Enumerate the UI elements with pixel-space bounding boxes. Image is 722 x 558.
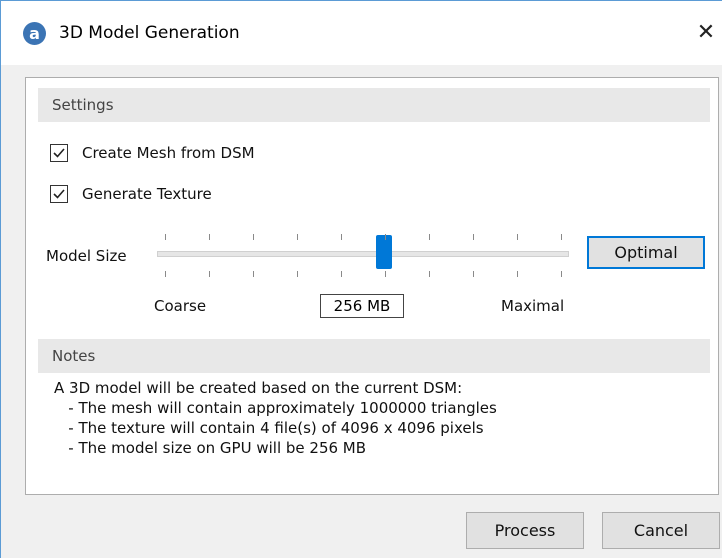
slider-tick [517,271,518,277]
slider-tick [253,234,254,240]
model-size-slider-thumb[interactable] [375,235,392,269]
notes-line: - The mesh will contain approximately 10… [54,399,497,417]
optimal-button[interactable]: Optimal [587,236,705,269]
create-mesh-label: Create Mesh from DSM [82,144,255,162]
slider-max-label: Maximal [501,297,565,315]
content-panel: Settings Create Mesh from DSM Generate T… [25,77,719,495]
notes-text: A 3D model will be created based on the … [54,378,497,458]
checkmark-icon [53,189,65,199]
generate-texture-option[interactable]: Generate Texture [50,183,212,205]
close-icon[interactable]: ✕ [691,17,721,49]
slider-tick [517,234,518,240]
slider-tick [165,271,166,277]
notes-line: - The texture will contain 4 file(s) of … [54,419,484,437]
create-mesh-checkbox[interactable] [50,144,68,162]
model-size-label: Model Size [46,247,127,265]
slider-tick [297,234,298,240]
slider-tick [341,271,342,277]
slider-tick [341,234,342,240]
process-button[interactable]: Process [466,512,584,549]
slider-tick [561,271,562,277]
generate-texture-checkbox[interactable] [50,185,68,203]
cancel-button[interactable]: Cancel [602,512,720,549]
slider-tick [473,271,474,277]
slider-tick [165,234,166,240]
dialog-window: a 3D Model Generation ✕ Settings Create … [0,0,722,558]
slider-tick [429,234,430,240]
slider-tick [253,271,254,277]
checkmark-icon [53,148,65,158]
slider-tick [561,234,562,240]
app-logo-icon: a [23,22,46,45]
notes-line: A 3D model will be created based on the … [54,379,463,397]
slider-min-label: Coarse [154,297,207,315]
title-bar[interactable]: a 3D Model Generation ✕ [1,1,722,65]
settings-section-header: Settings [38,88,710,122]
generate-texture-label: Generate Texture [82,185,212,203]
notes-section-header: Notes [38,339,710,373]
create-mesh-option[interactable]: Create Mesh from DSM [50,142,255,164]
slider-tick [429,271,430,277]
notes-header-label: Notes [52,347,96,365]
notes-line: - The model size on GPU will be 256 MB [54,439,367,457]
slider-tick [385,234,386,240]
slider-tick [209,234,210,240]
slider-tick [297,271,298,277]
model-size-slider-track[interactable] [157,251,569,257]
slider-tick [473,234,474,240]
slider-tick [385,271,386,277]
slider-tick [209,271,210,277]
model-size-value: 256 MB [320,294,404,318]
dialog-title: 3D Model Generation [59,23,240,43]
settings-header-label: Settings [52,96,114,114]
